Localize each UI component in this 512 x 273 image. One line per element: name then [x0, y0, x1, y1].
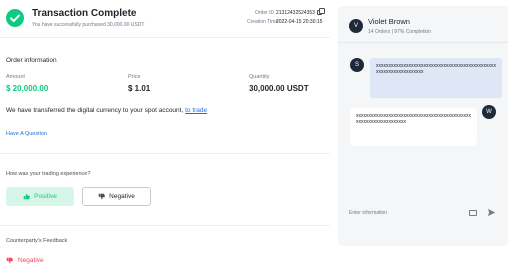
- send-icon[interactable]: [487, 208, 496, 217]
- counterparty-stats: 14 Orders | 97% Completion: [368, 29, 431, 35]
- price-value: $ 1.01: [128, 84, 151, 93]
- order-id-label: Order ID: [255, 10, 275, 16]
- purchase-summary: You have successfully purchased 30,000.0…: [32, 22, 145, 28]
- counterparty-feedback-title: Counterparty's Feedback: [6, 238, 68, 244]
- message-input[interactable]: Enter information: [349, 210, 387, 216]
- creation-time-value: 2022-04-15 20:30:15: [276, 19, 323, 25]
- quantity-value: 30,000.00 USDT: [249, 84, 309, 93]
- transfer-message: We have transferred the digital currency…: [6, 107, 207, 114]
- negative-button[interactable]: Negative: [82, 187, 151, 206]
- divider: [0, 153, 330, 154]
- price-label: Price: [128, 74, 141, 80]
- check-circle-icon: [6, 9, 24, 27]
- counterparty-feedback-label: Negative: [18, 257, 44, 264]
- order-panel: Transaction Complete You have successful…: [0, 0, 330, 273]
- order-header: Transaction Complete You have successful…: [0, 0, 330, 38]
- positive-label: Positive: [34, 193, 57, 200]
- thumbs-up-icon: [23, 193, 30, 200]
- copy-icon[interactable]: [317, 8, 325, 15]
- counterparty-feedback-value: Negative: [6, 257, 44, 264]
- creation-time-label: Creation Time: [247, 19, 279, 25]
- avatar: S: [350, 58, 364, 72]
- chat-header: V Violet Brown 14 Orders | 97% Completio…: [338, 6, 508, 43]
- counterparty-name: Violet Brown: [368, 17, 410, 26]
- amount-label: Amount: [6, 74, 25, 80]
- page-title: Transaction Complete: [32, 8, 137, 19]
- order-id-value: 21312432524353: [276, 10, 315, 16]
- chat-panel: V Violet Brown 14 Orders | 97% Completio…: [338, 6, 508, 246]
- outgoing-message: xxxxxxxxxxxxxxxxxxxxxxxxxxxxxxxxxxxxxxxx…: [350, 108, 477, 146]
- divider: [0, 225, 330, 226]
- transfer-text: We have transferred the digital currency…: [6, 107, 184, 114]
- have-a-question-link[interactable]: Have A Question: [6, 131, 47, 137]
- avatar: W: [482, 105, 496, 119]
- negative-label: Negative: [109, 193, 135, 200]
- thumbs-down-icon: [98, 193, 105, 200]
- positive-button[interactable]: Positive: [6, 187, 74, 206]
- incoming-message: xxxxxxxxxxxxxxxxxxxxxxxxxxxxxxxxxxxxxxxx…: [370, 58, 502, 98]
- avatar: V: [349, 19, 363, 33]
- experience-question: How was your trading experience?: [6, 171, 91, 177]
- to-trade-link[interactable]: to trade: [185, 107, 207, 114]
- image-upload-icon[interactable]: [469, 210, 477, 216]
- amount-value: $ 20,000.00: [6, 84, 49, 93]
- quantity-label: Quantity: [249, 74, 270, 80]
- thumbs-down-icon: [6, 257, 13, 264]
- order-info-title: Order information: [6, 57, 57, 64]
